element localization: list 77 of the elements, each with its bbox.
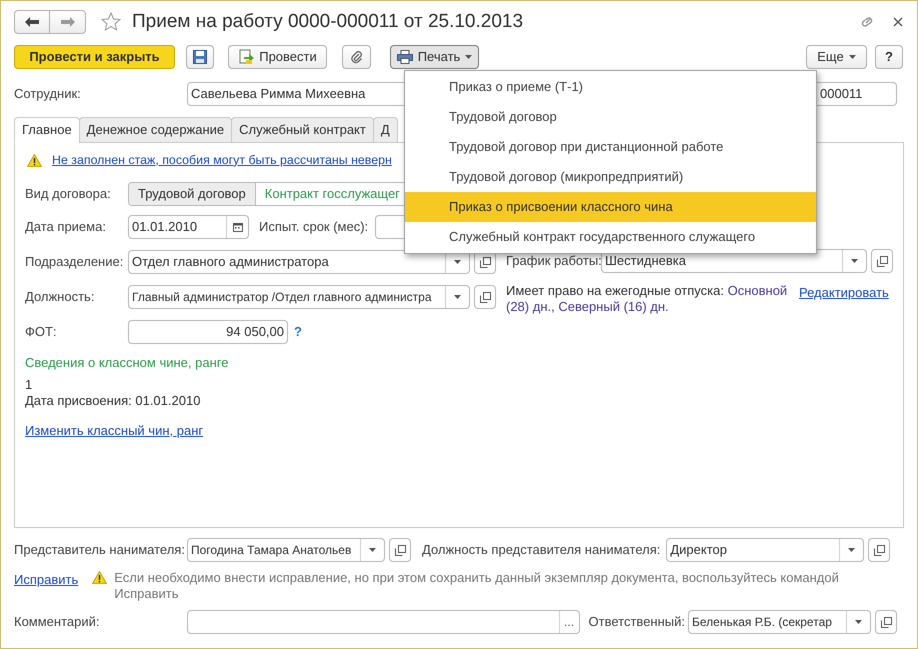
help-button[interactable]: ? bbox=[875, 45, 903, 69]
menu-item[interactable]: Служебный контракт государственного служащего bbox=[405, 222, 816, 252]
open-icon bbox=[876, 256, 888, 266]
open-icon bbox=[480, 292, 490, 302]
dropdown-arrow-icon bbox=[848, 548, 856, 552]
field-label: Испыт. срок (мес): bbox=[259, 219, 368, 234]
more-button[interactable]: Еще bbox=[806, 45, 867, 69]
field-label: Должность: bbox=[25, 288, 96, 306]
input-field[interactable]: Беленькая Р.Б. (секретар bbox=[688, 610, 871, 634]
close-icon[interactable] bbox=[893, 17, 903, 27]
contract-type-option[interactable]: Трудовой договор bbox=[129, 183, 256, 205]
attach-button[interactable] bbox=[342, 45, 371, 69]
dropdown-arrow-icon bbox=[454, 260, 461, 264]
input-field[interactable]: 94 050,00 bbox=[128, 320, 288, 344]
field-label: Сотрудник: bbox=[14, 85, 82, 104]
print-button[interactable]: Печать bbox=[390, 45, 479, 69]
back-button[interactable] bbox=[14, 10, 50, 34]
field-label: Дата приема: bbox=[25, 218, 107, 236]
select-button[interactable]: ... bbox=[558, 611, 579, 633]
section-heading: Сведения о классном чине, ранге bbox=[25, 354, 230, 372]
open-button[interactable] bbox=[868, 538, 890, 562]
document-arrow-icon bbox=[238, 49, 254, 65]
help-link[interactable]: ? bbox=[294, 322, 302, 342]
input-field[interactable]: Главный администратор /Отдел главного администра bbox=[128, 285, 470, 309]
input-field[interactable]: Отдел главного администратора bbox=[128, 250, 470, 274]
dropdown-arrow-icon bbox=[465, 55, 472, 59]
field-label: Подразделение: bbox=[25, 253, 124, 272]
change-rank-link[interactable]: Изменить классный чин, ранг bbox=[25, 420, 204, 440]
field-label: ФОТ: bbox=[25, 323, 58, 342]
field-label: Должность представителя нанимателя: bbox=[422, 542, 660, 557]
comment-field[interactable]: ... bbox=[187, 610, 580, 634]
input-field[interactable]: 01.01.2010 bbox=[128, 215, 249, 239]
warning-link[interactable]: Не заполнен стаж, пособия могут быть рассчитаны неверн bbox=[52, 150, 392, 170]
back-arrow-icon bbox=[25, 17, 39, 27]
field-label: Комментарий: bbox=[14, 613, 100, 632]
tab[interactable]: Служебный контракт bbox=[231, 117, 374, 143]
star-icon[interactable] bbox=[101, 12, 121, 32]
open-icon bbox=[880, 616, 892, 628]
menu-item[interactable]: Трудовой договор при дистанционной работе bbox=[405, 132, 816, 162]
edit-link[interactable]: Редактировать bbox=[799, 283, 889, 302]
field-label: Ответственный: bbox=[588, 614, 685, 629]
open-button[interactable] bbox=[871, 249, 893, 273]
post-and-close-button[interactable]: Провести и закрыть bbox=[14, 45, 175, 69]
assignment-date: Дата присвоения: 01.01.2010 bbox=[25, 392, 202, 408]
open-button[interactable] bbox=[389, 538, 411, 562]
open-icon bbox=[480, 256, 490, 268]
warning-icon bbox=[27, 154, 42, 166]
printer-icon bbox=[396, 50, 413, 64]
open-icon bbox=[874, 544, 885, 556]
input-field[interactable]: Директор bbox=[666, 538, 864, 562]
correct-link[interactable]: Исправить bbox=[14, 570, 78, 590]
post-button[interactable]: Провести bbox=[228, 45, 327, 69]
input-field[interactable]: Погодина Тамара Анатольев bbox=[187, 538, 385, 562]
field-label: Представитель нанимателя: bbox=[14, 541, 186, 560]
window-title: Прием на работу 0000-000011 от 25.10.2013 bbox=[132, 10, 524, 34]
tab[interactable]: Д bbox=[372, 117, 398, 143]
rank-value: 1 bbox=[25, 376, 34, 392]
tab[interactable]: Денежное содержание bbox=[78, 117, 232, 143]
open-icon bbox=[394, 544, 406, 556]
correction-note: Если необходимо внести исправление, но при этом сохранить данный экземпляр документа, воспользуйтесь командой Исправить bbox=[114, 570, 840, 602]
forward-arrow-icon bbox=[60, 17, 74, 27]
save-button[interactable] bbox=[186, 45, 214, 69]
dropdown-arrow-icon bbox=[369, 548, 376, 552]
dropdown-arrow-icon bbox=[848, 55, 856, 59]
dropdown-arrow-icon bbox=[851, 259, 858, 263]
menu-item[interactable]: Приказ о присвоении классного чина bbox=[405, 192, 816, 222]
open-button[interactable] bbox=[875, 610, 897, 634]
paperclip-icon bbox=[350, 50, 362, 64]
dropdown-arrow-icon bbox=[454, 295, 461, 299]
dropdown-arrow-icon bbox=[855, 620, 862, 624]
field-label: Вид договора: bbox=[25, 185, 112, 204]
warning-icon bbox=[92, 571, 108, 584]
vacation-info: Имеет право на ежегодные отпуска: Основной (28) дн., Северный (16) дн. bbox=[506, 283, 788, 315]
tab[interactable]: Главное bbox=[14, 117, 80, 143]
calendar-icon[interactable] bbox=[232, 222, 242, 232]
field-label: График работы: bbox=[506, 252, 601, 270]
open-button[interactable] bbox=[474, 285, 496, 309]
